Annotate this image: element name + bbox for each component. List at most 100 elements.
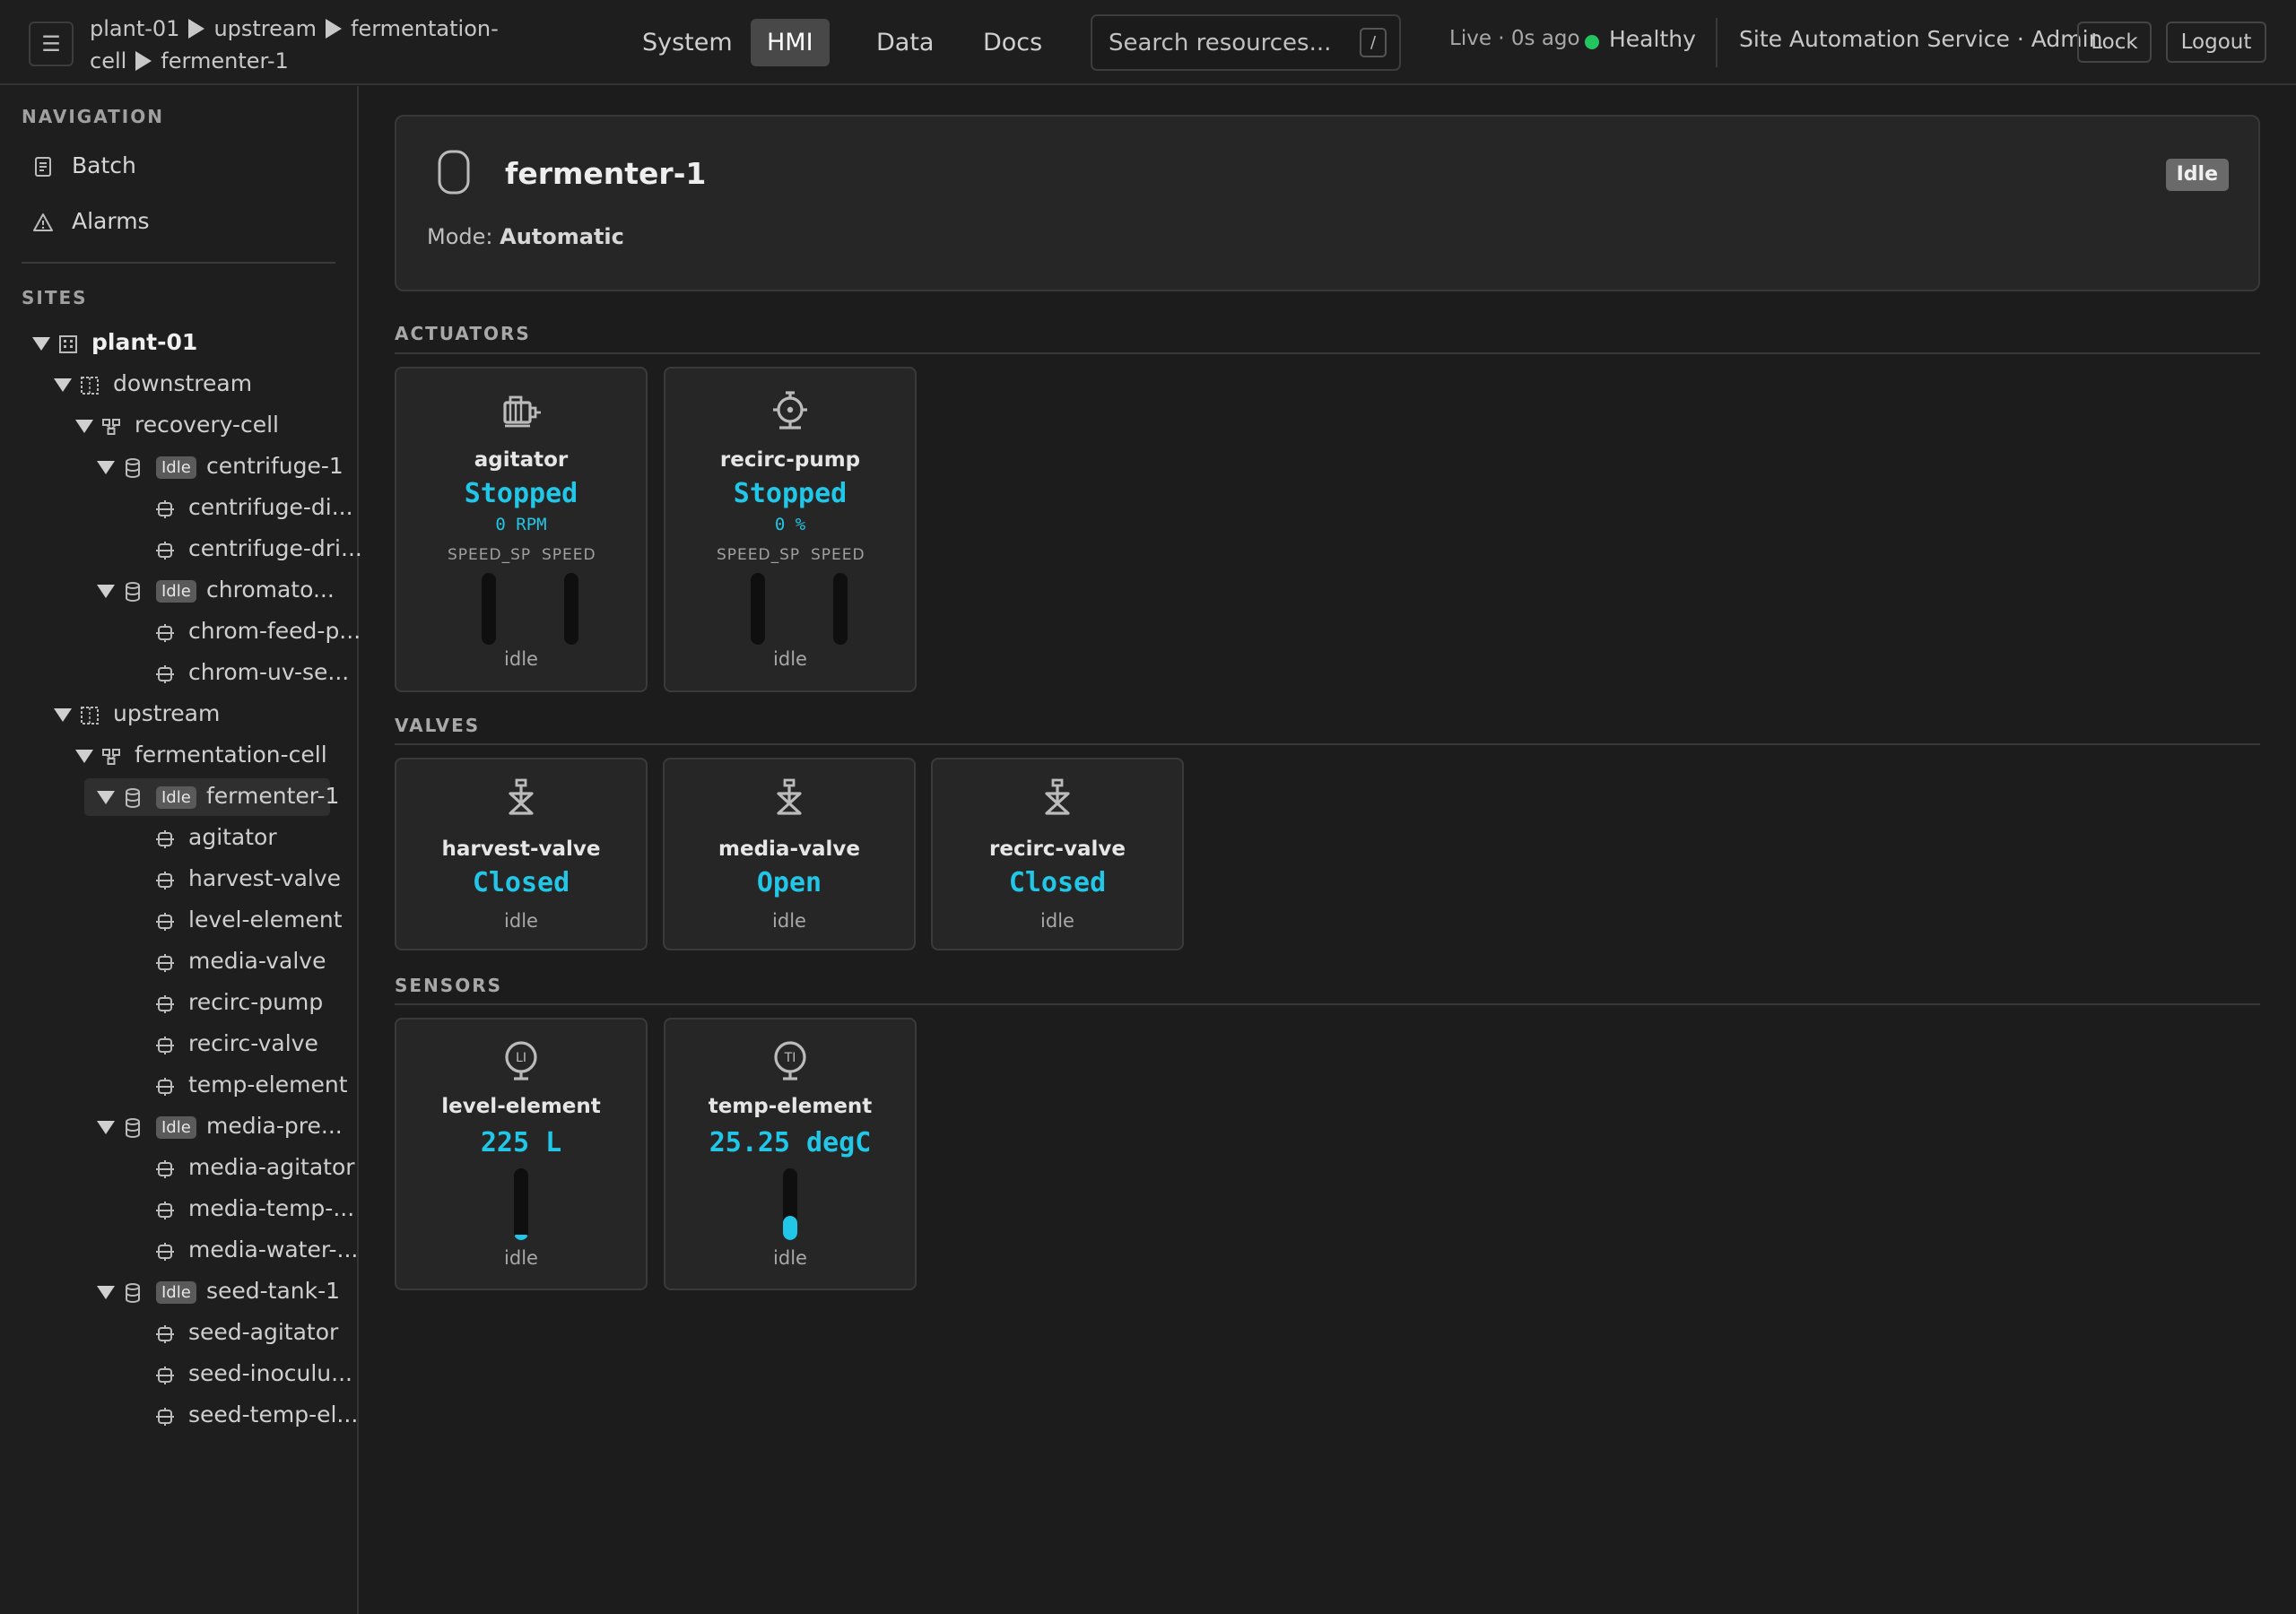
- breadcrumb-item[interactable]: upstream: [213, 16, 317, 41]
- chevron-down-icon[interactable]: [97, 585, 115, 598]
- module-icon: [156, 954, 174, 972]
- area-icon: [81, 707, 99, 725]
- breadcrumb-item[interactable]: plant-01: [90, 16, 179, 41]
- tab-system[interactable]: System: [626, 19, 749, 66]
- top-bar: ☰ plant-01 upstream fermentation-cell ferme…: [0, 0, 2296, 85]
- tree-item[interactable]: temp-element: [0, 1067, 348, 1105]
- tree-item-label: harvest-valve: [188, 865, 342, 891]
- valve-tile[interactable]: media-valve Open idle: [663, 758, 916, 950]
- tree-item[interactable]: recirc-valve: [0, 1026, 341, 1063]
- logout-button[interactable]: Logout: [2166, 22, 2266, 63]
- tree-item[interactable]: Idle media-pre...: [0, 1108, 343, 1146]
- sensor-tile[interactable]: TI temp-element 25.25 degC idle: [664, 1018, 917, 1290]
- tree-item[interactable]: chrom-feed-p...: [0, 613, 361, 651]
- hamburger-icon[interactable]: ☰: [29, 22, 74, 66]
- tree-item[interactable]: centrifuge-dri...: [0, 531, 362, 568]
- chevron-down-icon[interactable]: [75, 750, 93, 763]
- tree-item[interactable]: Idle centrifuge-1: [0, 448, 344, 486]
- valve-status: idle: [504, 910, 538, 932]
- tree-item[interactable]: harvest-valve: [0, 861, 341, 898]
- module-icon: [156, 872, 174, 889]
- tree-item-label: chrom-feed-p...: [188, 618, 361, 644]
- valve-tile[interactable]: recirc-valve Closed idle: [931, 758, 1184, 950]
- cell-icon: [102, 749, 120, 765]
- mode-value: Automatic: [500, 224, 624, 249]
- document-icon: [35, 157, 51, 177]
- tree-item[interactable]: Idle chromato...: [0, 572, 341, 610]
- valves-heading: VALVES: [395, 715, 481, 736]
- nav-item-batch[interactable]: Batch: [22, 147, 335, 187]
- nav-item-alarms[interactable]: Alarms: [22, 203, 335, 242]
- tab-docs[interactable]: Docs: [967, 19, 1058, 66]
- section-divider: [395, 743, 2260, 745]
- breadcrumb-item[interactable]: fermenter-1: [161, 48, 288, 74]
- valve-status: idle: [772, 910, 806, 932]
- actuator-status: idle: [504, 648, 538, 670]
- sensor-name: temp-element: [708, 1095, 873, 1118]
- section-divider: [395, 352, 2260, 354]
- module-icon: [156, 913, 174, 931]
- tree-item[interactable]: level-element: [0, 902, 343, 940]
- tree-item[interactable]: seed-inoculu...: [0, 1356, 352, 1393]
- module-icon: [156, 1078, 174, 1096]
- bar-label: SPEED: [542, 546, 596, 564]
- tree-item[interactable]: media-water-...: [0, 1232, 358, 1270]
- sites-title: SITES: [22, 287, 88, 308]
- module-icon: [156, 1367, 174, 1384]
- tree-item-label: recirc-pump: [188, 989, 324, 1015]
- actuator-tile[interactable]: agitator Stopped 0 RPM SPEED_SP SPEED idle: [395, 367, 648, 692]
- tree-item[interactable]: downstream: [0, 366, 341, 404]
- tree-item[interactable]: chrom-uv-se...: [0, 655, 349, 692]
- tree-item[interactable]: media-valve: [0, 943, 341, 981]
- tree-item[interactable]: centrifuge-di...: [0, 490, 353, 527]
- unit-icon: [126, 582, 140, 602]
- chevron-down-icon[interactable]: [97, 1121, 115, 1134]
- lock-button[interactable]: Lock: [2077, 22, 2152, 63]
- chevron-down-icon[interactable]: [54, 378, 72, 392]
- valve-tile[interactable]: harvest-valve Closed idle: [395, 758, 648, 950]
- tree-item[interactable]: agitator: [0, 820, 341, 857]
- tree-item[interactable]: media-agitator: [0, 1150, 355, 1187]
- tab-hmi[interactable]: HMI: [751, 19, 830, 66]
- tree-item[interactable]: seed-temp-el...: [0, 1397, 358, 1435]
- chevron-down-icon[interactable]: [75, 420, 93, 433]
- tree-item-label: temp-element: [188, 1072, 348, 1098]
- chevron-down-icon[interactable]: [32, 337, 50, 351]
- level-indicator-icon: LI: [505, 1041, 537, 1080]
- sensor-tile[interactable]: LI level-element 225 L idle: [395, 1018, 648, 1290]
- tree-item[interactable]: seed-agitator: [0, 1315, 341, 1352]
- chevron-down-icon[interactable]: [97, 791, 115, 804]
- speed-bar: [833, 573, 848, 645]
- mode-label: Mode:: [427, 224, 493, 249]
- actuator-tile[interactable]: recirc-pump Stopped 0 % SPEED_SP SPEED idle: [664, 367, 917, 692]
- tree-item-label: plant-01: [91, 329, 198, 355]
- area-icon: [81, 377, 99, 395]
- tree-item-label: centrifuge-1: [206, 453, 344, 479]
- status-badge: Idle: [156, 786, 196, 809]
- tab-data[interactable]: Data: [860, 19, 950, 66]
- chevron-down-icon[interactable]: [97, 461, 115, 474]
- tree-item[interactable]: recirc-pump: [0, 985, 341, 1022]
- tree-item-label: agitator: [188, 824, 277, 850]
- tree-item[interactable]: upstream: [0, 696, 341, 733]
- valve-icon: [509, 778, 534, 815]
- tree-item[interactable]: fermentation-cell: [0, 737, 341, 775]
- tree-item-label: fermenter-1: [206, 783, 340, 809]
- valve-state: Open: [756, 867, 822, 898]
- tree-item[interactable]: Idle fermenter-1: [84, 778, 339, 816]
- chevron-down-icon[interactable]: [97, 1286, 115, 1299]
- tree-item-label: media-agitator: [188, 1154, 355, 1180]
- tree-item-label: media-pre...: [206, 1113, 343, 1139]
- tree-item[interactable]: plant-01: [0, 325, 341, 362]
- tree-item-label: media-valve: [188, 948, 326, 974]
- sensor-level-bar: [514, 1168, 528, 1240]
- tree-item[interactable]: Idle seed-tank-1: [0, 1273, 341, 1311]
- tree-item[interactable]: media-temp-...: [0, 1191, 354, 1228]
- temperature-indicator-icon: TI: [774, 1041, 806, 1080]
- chevron-down-icon[interactable]: [54, 708, 72, 722]
- search-input[interactable]: [1109, 16, 1342, 69]
- tree-item-label: level-element: [188, 907, 343, 933]
- speed-setpoint-bar: [482, 573, 496, 645]
- tree-item[interactable]: recovery-cell: [0, 407, 341, 445]
- svg-text:LI: LI: [516, 1051, 526, 1065]
